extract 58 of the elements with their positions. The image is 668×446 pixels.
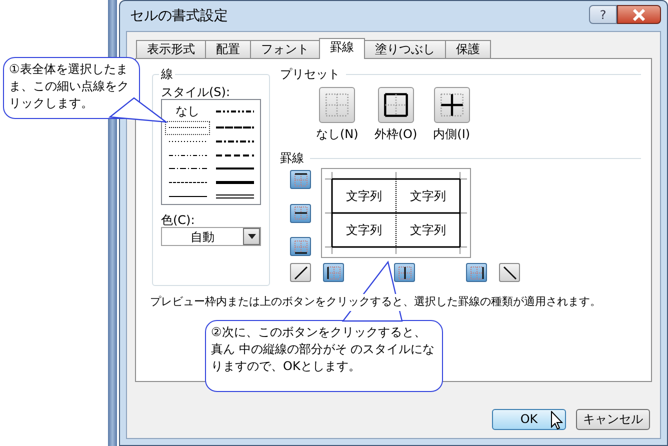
preset-label: 外枠(O) xyxy=(374,126,418,143)
window-title: セルの書式設定 xyxy=(129,6,228,26)
tab[interactable]: 罫線 xyxy=(319,38,365,59)
border-line-icon xyxy=(502,264,518,280)
help-button[interactable]: ? xyxy=(589,5,617,24)
preview-cell-text: 文字列 xyxy=(410,222,446,239)
tab[interactable]: 保護 xyxy=(445,40,491,58)
cancel-button[interactable]: キャンセル xyxy=(576,409,650,430)
border-toggle-button[interactable] xyxy=(290,237,311,256)
group-title: 線 xyxy=(159,67,175,81)
tab[interactable]: 表示形式 xyxy=(136,40,206,58)
preset-label: なし(N) xyxy=(316,126,358,143)
border-toggle-button[interactable] xyxy=(323,263,344,282)
section-title: 罫線 xyxy=(280,151,304,165)
preview-cell-text: 文字列 xyxy=(410,188,446,205)
border-line-icon xyxy=(396,264,412,280)
preview-cell-text: 文字列 xyxy=(346,188,382,205)
close-icon xyxy=(632,8,646,20)
preset-button[interactable] xyxy=(434,87,470,123)
mouse-cursor-icon xyxy=(551,411,563,430)
line-sample-icon xyxy=(216,192,254,200)
border-toggle-button[interactable] xyxy=(290,263,311,282)
line-sample-icon xyxy=(216,138,254,145)
grid-icon xyxy=(382,92,409,118)
none-option[interactable]: なし xyxy=(166,102,209,120)
line-sample-icon xyxy=(216,124,254,132)
style-label: スタイル(S): xyxy=(161,85,232,99)
section-title: プリセット xyxy=(280,67,340,81)
preview-cell-text: 文字列 xyxy=(346,222,382,239)
border-line-icon xyxy=(468,264,484,280)
border-toggle-button[interactable] xyxy=(466,263,487,282)
line-sample-icon xyxy=(216,165,254,172)
border-line-icon xyxy=(292,205,308,221)
border-preview[interactable]: 文字列 文字列 文字列 文字列 xyxy=(321,168,471,258)
callout-pointer xyxy=(342,260,403,322)
border-line-icon xyxy=(292,264,308,280)
line-sample-icon xyxy=(216,108,254,114)
tab[interactable]: フォント xyxy=(250,40,320,58)
border-toggle-button[interactable] xyxy=(290,204,311,222)
line-sample-icon xyxy=(216,152,254,159)
tab[interactable]: 配置 xyxy=(205,40,251,58)
preset-label: 内側(I) xyxy=(433,126,470,143)
grid-icon xyxy=(438,92,465,118)
border-line-icon xyxy=(292,238,308,254)
close-button[interactable] xyxy=(617,5,661,24)
preset-button[interactable] xyxy=(378,87,414,123)
border-line-icon xyxy=(326,264,342,280)
border-line-icon xyxy=(292,172,308,188)
border-toggle-button[interactable] xyxy=(394,263,415,282)
tab[interactable]: 塗りつぶし xyxy=(364,40,446,58)
grid-icon xyxy=(324,92,350,118)
ok-button[interactable]: OK xyxy=(492,409,566,430)
line-style-option[interactable] xyxy=(166,122,209,134)
color-label: 色(C): xyxy=(161,213,196,227)
line-sample-icon xyxy=(216,178,254,186)
border-toggle-button[interactable] xyxy=(290,170,311,189)
border-toggle-button[interactable] xyxy=(499,263,520,282)
color-dropdown[interactable]: 自動 xyxy=(161,227,261,246)
